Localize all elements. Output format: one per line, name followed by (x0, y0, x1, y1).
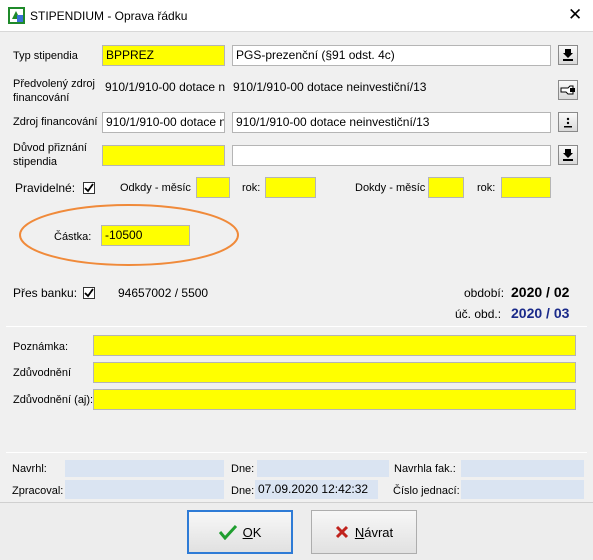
predvoleny-zdroj-text: 910/1/910-00 dotace neinvestiční/13 (233, 80, 427, 94)
zdroj-financovani-text-field[interactable]: 910/1/910-00 dotace neinvestiční/13 (232, 112, 551, 133)
zduvodneni-field[interactable] (93, 362, 576, 383)
zduvodneni-label: Zdůvodnění (13, 367, 72, 379)
duvod-priznani-dropdown-button[interactable] (558, 145, 578, 165)
navrat-label: Návrat (354, 524, 394, 540)
copy-source-button[interactable] (558, 80, 578, 100)
title-bar: STIPENDIUM - Oprava řádku ✕ (0, 0, 593, 32)
zdroj-financovani-label: Zdroj financování (13, 116, 98, 128)
footer-separator (6, 452, 587, 453)
close-icon[interactable]: ✕ (568, 5, 582, 25)
separator (6, 326, 587, 327)
odkdy-rok-label: rok: (242, 182, 261, 194)
navrhla-fak-field (461, 460, 584, 477)
bank-account-number: 94657002 / 5500 (118, 286, 209, 300)
dokdy-rok-field[interactable] (501, 177, 551, 198)
zdroj-financovani-lookup-button[interactable] (558, 112, 578, 132)
pravidelne-checkbox[interactable] (83, 182, 95, 194)
arrow-down-icon (563, 49, 573, 61)
checkmark-icon (84, 183, 94, 193)
castka-label: Částka: (54, 231, 92, 243)
odkdy-rok-field[interactable] (265, 177, 316, 198)
typ-stipendia-code-field[interactable]: BPPREZ (102, 45, 225, 66)
pravidelne-label: Pravidelné: (15, 181, 76, 195)
navrhl-field (65, 460, 224, 477)
window-title: STIPENDIUM - Oprava řádku (30, 9, 188, 23)
odkdy-mesic-field[interactable] (196, 177, 230, 198)
green-check-icon (218, 524, 237, 540)
zpracoval-label: Zpracoval: (12, 485, 64, 497)
obdobi-value: 2020 / 02 (511, 284, 570, 300)
navrhla-fak-label: Navrhla fak.: (394, 463, 456, 475)
cislo-jednaci-field (461, 480, 584, 499)
button-bar (0, 502, 593, 560)
dokdy-rok-label: rok: (477, 182, 496, 194)
dne1-label: Dne: (231, 463, 255, 475)
dne2-label: Dne: (231, 485, 255, 497)
poznamka-field[interactable] (93, 335, 576, 356)
duvod-priznani-code-field[interactable] (102, 145, 225, 166)
typ-stipendia-label: Typ stipendia (13, 50, 78, 62)
zdroj-financovani-code-field[interactable]: 910/1/910-00 dotace n (102, 112, 225, 133)
zpracoval-field (65, 480, 224, 499)
navrat-button[interactable]: Návrat (311, 510, 417, 554)
dne1-field (257, 460, 389, 477)
ucetni-obdobi-value: 2020 / 03 (511, 305, 570, 321)
arrow-down-icon (563, 149, 573, 161)
typ-stipendia-text-field[interactable]: PGS-prezenční (§91 odst. 4c) (232, 45, 551, 66)
lookup-dots-icon (564, 117, 572, 128)
poznamka-label: Poznámka: (13, 341, 69, 353)
castka-field[interactable]: -10500 (101, 225, 190, 246)
dne2-field: 07.09.2020 12:42:32 (255, 480, 378, 499)
typ-stipendia-dropdown-button[interactable] (558, 45, 578, 65)
ok-label: OK (242, 524, 262, 540)
predvoleny-zdroj-code: 910/1/910-00 dotace n (105, 80, 225, 94)
navrhl-label: Navrhl: (12, 463, 47, 475)
pres-banku-label: Přes banku: (13, 286, 78, 300)
predvoleny-zdroj-label: Předvolený zdroj financování (13, 78, 95, 104)
obdobi-label: období: (464, 286, 505, 300)
ucetni-obdobi-label: úč. obd.: (455, 307, 502, 321)
red-x-icon (335, 525, 348, 539)
cislo-jednaci-label: Číslo jednací: (393, 485, 460, 497)
pres-banku-checkbox[interactable] (83, 287, 95, 299)
pointing-hand-icon (560, 85, 575, 95)
odkdy-mesic-label: Odkdy - měsíc (120, 182, 191, 194)
app-icon (8, 7, 25, 24)
dokdy-mesic-field[interactable] (428, 177, 464, 198)
duvod-priznani-text-field[interactable] (232, 145, 551, 166)
zduvodneni-aj-field[interactable] (93, 389, 576, 410)
duvod-priznani-label: Důvod přiznání stipendia (13, 142, 87, 168)
dokdy-mesic-label: Dokdy - měsíc (355, 182, 426, 194)
ok-button[interactable]: OK (187, 510, 293, 554)
zduvodneni-aj-label: Zdůvodnění (aj): (13, 394, 94, 406)
checkmark-icon (84, 288, 94, 298)
